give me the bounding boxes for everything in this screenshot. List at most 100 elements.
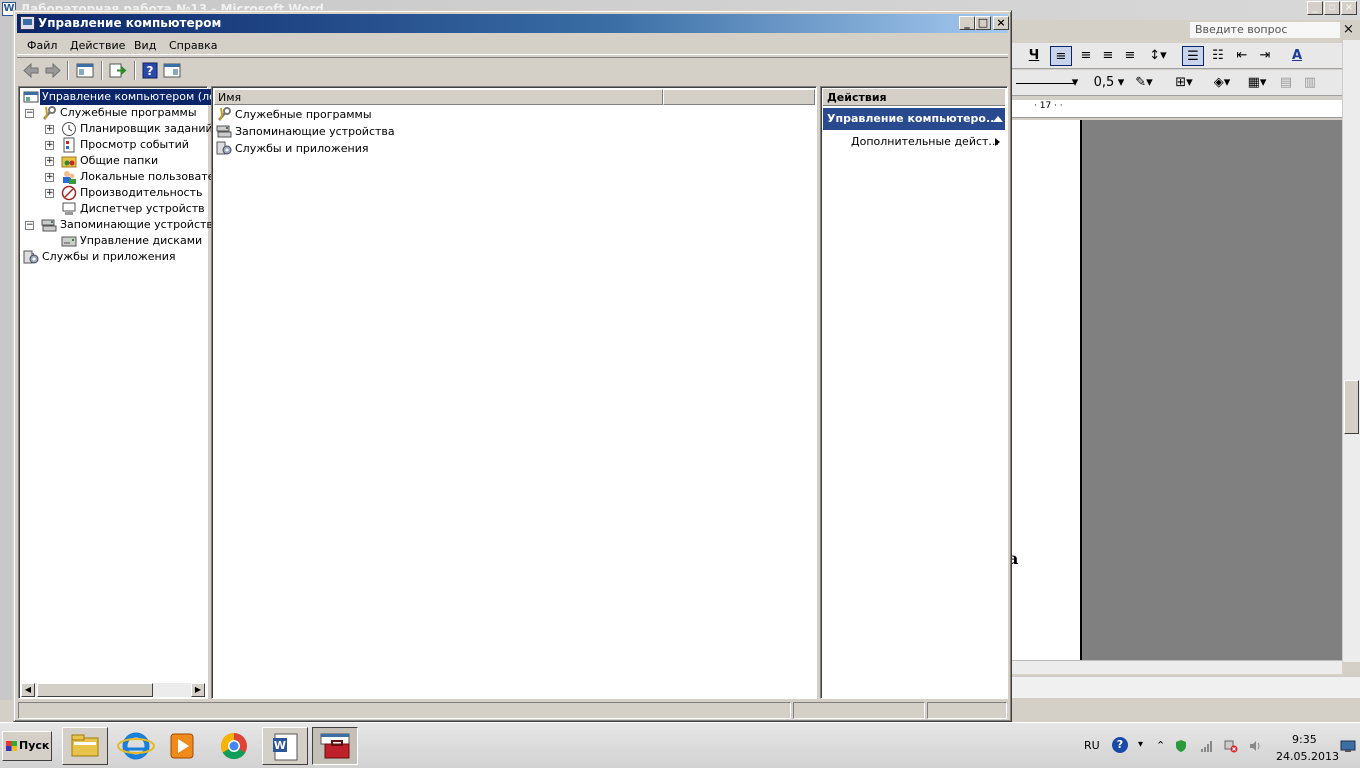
- line-weight-dropdown-icon[interactable]: ▾: [1116, 73, 1126, 93]
- tree-item[interactable]: Управление дисками: [19, 233, 205, 249]
- menu-view[interactable]: Вид: [133, 37, 157, 55]
- menu-action[interactable]: Действие: [69, 37, 126, 55]
- taskbar-internet-explorer[interactable]: [114, 727, 160, 765]
- taskbar: Пуск W RU ? ▾ ⌃ 9:35 24.05.2013: [0, 722, 1360, 768]
- line-style-icon[interactable]: [1016, 72, 1076, 84]
- expand-icon[interactable]: +: [45, 141, 54, 150]
- bullets-icon[interactable]: ☷: [1208, 46, 1228, 66]
- word-restore-button[interactable]: ▫: [1324, 1, 1340, 15]
- clock-date[interactable]: 24.05.2013: [1276, 750, 1339, 763]
- collapse-icon[interactable]: −: [25, 109, 34, 118]
- show-desktop-icon[interactable]: [1340, 739, 1356, 753]
- submenu-arrow-icon[interactable]: [995, 138, 1000, 146]
- tree-item[interactable]: Диспетчер устройств: [19, 201, 205, 217]
- list-item[interactable]: Службы и приложения: [216, 140, 416, 157]
- tree-item[interactable]: + Общие папки: [19, 153, 205, 169]
- help-icon[interactable]: ?: [140, 61, 160, 80]
- align-center-icon[interactable]: ≡: [1076, 46, 1096, 66]
- justify-icon[interactable]: ≡: [1120, 46, 1140, 66]
- merge-cells-icon[interactable]: ▤: [1276, 73, 1296, 93]
- word-ask-input[interactable]: Введите вопрос: [1190, 22, 1340, 38]
- font-color-button[interactable]: A: [1282, 46, 1312, 66]
- word-vertical-scrollbar[interactable]: [1342, 40, 1360, 662]
- line-style-dropdown-icon[interactable]: ▾: [1069, 73, 1081, 93]
- maximize-button[interactable]: □: [975, 16, 991, 30]
- tree-scroll-thumb[interactable]: [37, 683, 153, 697]
- expand-icon[interactable]: +: [45, 173, 54, 182]
- expand-icon[interactable]: +: [45, 157, 54, 166]
- word-drawing-toolbar: ▾ 0,5 ▾ ✎▾ ⊞▾ ◈▾ ▦▾ ▤ ▥: [1012, 70, 1360, 96]
- increase-indent-icon[interactable]: ⇥: [1255, 46, 1275, 66]
- word-minimize-button[interactable]: _: [1307, 1, 1323, 15]
- network-signal-icon[interactable]: [1200, 739, 1214, 753]
- close-button[interactable]: ×: [993, 16, 1009, 30]
- tree-item[interactable]: + Просмотр событий: [19, 137, 205, 153]
- start-button[interactable]: Пуск: [2, 731, 52, 761]
- menu-file[interactable]: Файл: [26, 37, 58, 55]
- word-vertical-scroll-thumb[interactable]: [1344, 380, 1359, 434]
- numbering-icon[interactable]: ☰: [1182, 46, 1204, 66]
- toolbox-icon: [320, 733, 350, 759]
- borders-icon[interactable]: ⊞▾: [1170, 73, 1198, 93]
- word-close-button[interactable]: ×: [1341, 1, 1357, 15]
- tree-item[interactable]: + Планировщик заданий: [19, 121, 213, 137]
- column-header-name[interactable]: Имя: [214, 89, 663, 105]
- show-hidden-icons-icon[interactable]: ⌃: [1156, 739, 1170, 753]
- tree-item[interactable]: + Локальные пользовател: [19, 169, 222, 185]
- cm-title-bar[interactable]: Управление компьютером _ □ ×: [17, 14, 1009, 33]
- back-arrow-icon[interactable]: [21, 61, 41, 80]
- align-left-icon[interactable]: ≡: [1050, 46, 1072, 66]
- split-cells-icon[interactable]: ▥: [1300, 73, 1320, 93]
- minimize-button[interactable]: _: [959, 16, 975, 30]
- list-item[interactable]: Запоминающие устройства: [216, 123, 416, 140]
- table-icon[interactable]: ▦▾: [1242, 73, 1272, 93]
- clock-time[interactable]: 9:35: [1292, 733, 1317, 746]
- expand-icon[interactable]: +: [45, 189, 54, 198]
- tree-horizontal-scrollbar[interactable]: ◀ ▶: [21, 683, 205, 697]
- security-shield-icon[interactable]: [1174, 739, 1188, 753]
- tree-item[interactable]: − Служебные программы: [19, 105, 205, 121]
- tree-item[interactable]: + Производительность: [19, 185, 205, 201]
- svg-text:?: ?: [147, 64, 154, 78]
- underline-button[interactable]: Ч: [1026, 46, 1042, 66]
- taskbar-explorer[interactable]: [62, 727, 108, 765]
- show-hide-tree-icon[interactable]: [75, 61, 95, 80]
- details-list[interactable]: Имя Служебные программы Запоминающие устр…: [211, 86, 817, 699]
- console-tree[interactable]: Управление компьютером (лока − Служебные п…: [18, 86, 233, 699]
- shading-icon[interactable]: ◈▾: [1208, 73, 1236, 93]
- scroll-right-icon[interactable]: ▶: [191, 683, 205, 697]
- language-indicator[interactable]: RU: [1084, 739, 1100, 752]
- volume-icon[interactable]: [1248, 739, 1262, 753]
- column-header-empty[interactable]: [663, 89, 815, 105]
- taskbar-word[interactable]: W: [262, 727, 308, 765]
- line-weight-value[interactable]: 0,5: [1090, 73, 1118, 93]
- border-color-icon[interactable]: ✎▾: [1130, 73, 1158, 93]
- taskbar-computer-management[interactable]: [312, 727, 358, 765]
- actions-group-computer-management[interactable]: Управление компьютеро...: [823, 108, 1005, 130]
- align-right-icon[interactable]: ≡: [1098, 46, 1118, 66]
- show-hide-action-pane-icon[interactable]: [162, 61, 182, 80]
- network-disconnected-icon[interactable]: [1224, 739, 1238, 753]
- more-actions-item[interactable]: Дополнительные дейст...: [851, 135, 999, 149]
- tree-item[interactable]: − Запоминающие устройства: [19, 217, 220, 233]
- scroll-left-icon[interactable]: ◀: [21, 683, 35, 697]
- word-horizontal-scrollbar[interactable]: [1012, 660, 1342, 674]
- list-item[interactable]: Служебные программы: [216, 106, 416, 123]
- taskbar-chrome[interactable]: [212, 727, 258, 765]
- expand-icon[interactable]: +: [45, 125, 54, 134]
- word-page[interactable]: [1012, 120, 1082, 660]
- forward-arrow-icon[interactable]: [43, 61, 63, 80]
- decrease-indent-icon[interactable]: ⇤: [1232, 46, 1252, 66]
- taskbar-media-player[interactable]: [160, 727, 206, 765]
- language-bar-options-icon[interactable]: ▾: [1138, 739, 1152, 753]
- menu-help[interactable]: Справка: [168, 37, 218, 55]
- line-spacing-icon[interactable]: ↕▾: [1144, 46, 1172, 66]
- export-list-icon[interactable]: [108, 61, 128, 80]
- language-bar-help-icon[interactable]: ?: [1112, 737, 1128, 753]
- tree-item[interactable]: +Службы и приложения: [19, 249, 205, 265]
- tree-item[interactable]: Управление компьютером (лока: [19, 88, 233, 106]
- collapse-icon[interactable]: −: [25, 221, 34, 230]
- word-ask-close-icon[interactable]: ×: [1343, 22, 1354, 38]
- collapse-arrow-icon[interactable]: [993, 116, 1003, 122]
- status-cell-2: [793, 702, 925, 719]
